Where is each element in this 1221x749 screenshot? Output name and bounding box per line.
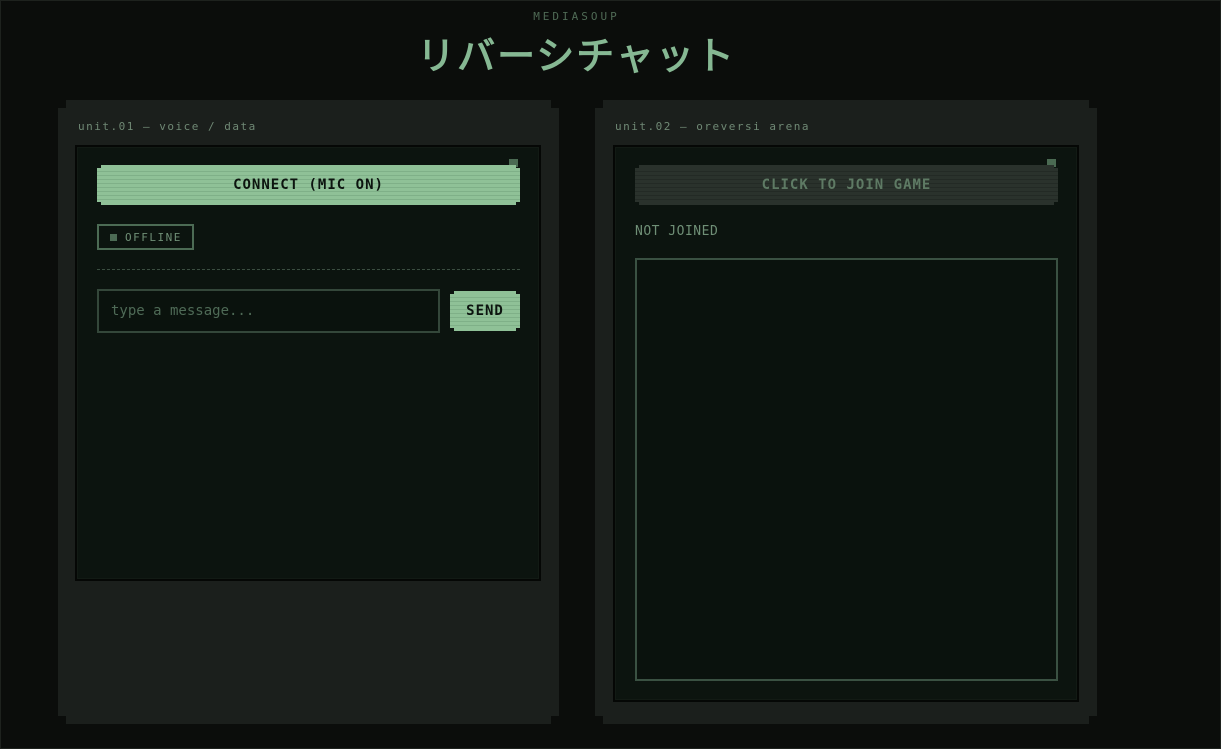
reversi-board[interactable]	[635, 258, 1058, 681]
voice-data-screen: CONNECT (MIC ON) OFFLINE SEND	[75, 145, 541, 581]
arena-screen: CLICK TO JOIN GAME NOT JOINED	[613, 145, 1079, 702]
status-text: OFFLINE	[125, 230, 182, 244]
square-dot-icon	[110, 233, 117, 241]
unit-02-label: unit.02 — oreversi arena	[615, 120, 810, 133]
brand-label: MEDIASOUP	[533, 10, 620, 23]
send-button-label: SEND	[466, 303, 504, 319]
join-status-text: NOT JOINED	[635, 224, 719, 239]
app-frame: MEDIASOUP リバーシチャット unit.01 — voice / dat…	[0, 0, 1221, 749]
page-title: リバーシチャット	[417, 34, 736, 78]
join-game-button[interactable]: CLICK TO JOIN GAME	[635, 165, 1058, 205]
unit-01-panel: unit.01 — voice / data CONNECT (MIC ON) …	[58, 100, 559, 724]
divider	[97, 269, 520, 270]
join-game-button-label: CLICK TO JOIN GAME	[761, 177, 932, 193]
unit-01-label: unit.01 — voice / data	[78, 120, 257, 133]
connect-mic-button[interactable]: CONNECT (MIC ON)	[97, 165, 520, 205]
unit-02-panel: unit.02 — oreversi arena CLICK TO JOIN G…	[595, 100, 1097, 724]
status-badge: OFFLINE	[97, 224, 194, 250]
send-button[interactable]: SEND	[450, 291, 520, 331]
connect-mic-button-label: CONNECT (MIC ON)	[233, 177, 384, 193]
message-input[interactable]	[97, 289, 440, 333]
